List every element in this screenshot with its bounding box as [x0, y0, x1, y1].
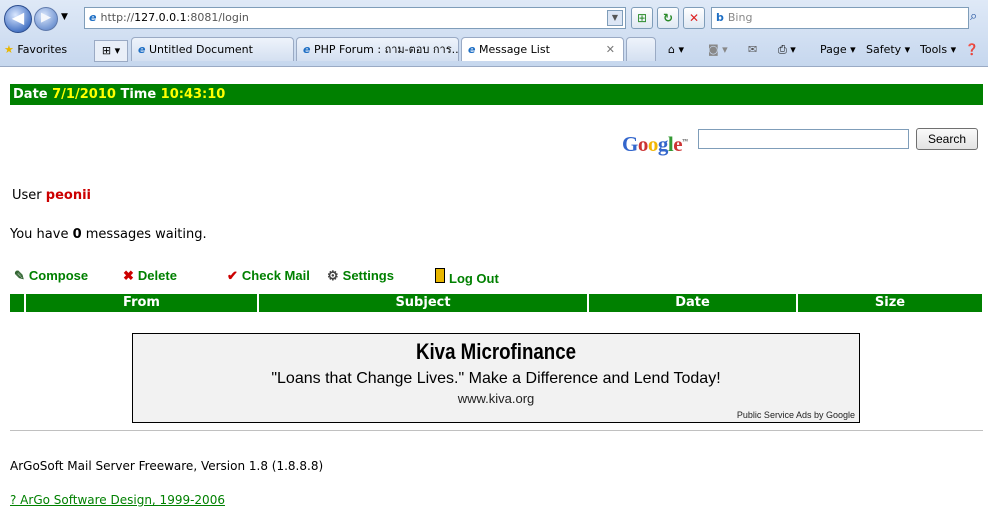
- tools-menu[interactable]: Tools ▾: [920, 40, 956, 60]
- new-tab-button[interactable]: [626, 37, 656, 61]
- check-mail-button[interactable]: ✔ Check Mail: [227, 268, 310, 284]
- favorites-label: Favorites: [17, 43, 68, 56]
- google-search-input[interactable]: [698, 129, 909, 149]
- favorites-button[interactable]: ★ Favorites: [4, 40, 67, 60]
- column-size[interactable]: Size: [796, 294, 982, 312]
- settings-button[interactable]: ⚙ Settings: [327, 268, 394, 284]
- quick-tabs-icon[interactable]: ⊞ ▾: [94, 40, 128, 62]
- column-date[interactable]: Date: [587, 294, 796, 312]
- page-menu[interactable]: Page ▾: [820, 40, 856, 60]
- logout-button[interactable]: Log Out: [435, 268, 499, 286]
- tab-untitled-document[interactable]: e Untitled Document: [131, 37, 294, 61]
- tab-label: Message List: [478, 43, 550, 56]
- message-table-header: From Subject Date Size: [10, 294, 982, 312]
- compose-label: Compose: [28, 268, 89, 283]
- bing-icon: b: [716, 11, 724, 24]
- date-value: 7/1/2010: [52, 87, 116, 102]
- messages-prefix: You have: [10, 227, 69, 242]
- address-path: :8081/login: [186, 11, 249, 24]
- check-mail-label: Check Mail: [241, 268, 310, 283]
- user-line: User peonii: [12, 188, 91, 203]
- messages-waiting: You have 0 messages waiting.: [10, 227, 207, 242]
- delete-icon: ✖: [123, 268, 134, 283]
- close-tab-icon[interactable]: ✕: [606, 38, 615, 61]
- stop-icon[interactable]: ✕: [683, 7, 705, 29]
- mail-icon[interactable]: ✉: [748, 40, 757, 60]
- tab-message-list[interactable]: e Message List ✕: [461, 37, 624, 61]
- date-time-bar: Date 7/1/2010 Time 10:43:10: [10, 84, 983, 105]
- door-icon: [435, 268, 445, 283]
- address-prefix: http://: [100, 11, 135, 24]
- compatibility-icon[interactable]: ⊞: [631, 7, 653, 29]
- logout-label: Log Out: [449, 271, 499, 286]
- messages-count: 0: [72, 227, 82, 242]
- ie-tab-icon: e: [303, 43, 311, 56]
- footer-version: ArGoSoft Mail Server Freeware, Version 1…: [10, 459, 324, 473]
- forward-icon[interactable]: ▶: [34, 7, 58, 31]
- checkmark-icon: ✔: [227, 268, 238, 283]
- user-label: User: [12, 188, 42, 203]
- ad-text: "Loans that Change Lives." Make a Differ…: [271, 370, 721, 387]
- bing-placeholder: Bing: [727, 11, 753, 24]
- settings-label: Settings: [342, 268, 394, 283]
- safety-menu[interactable]: Safety ▾: [866, 40, 910, 60]
- star-icon: ★: [4, 43, 14, 56]
- ie-tab-icon: e: [138, 43, 146, 56]
- ie-page-icon: e: [89, 11, 97, 24]
- favorites-bar: ★ Favorites ⊞ ▾ e Untitled Document e PH…: [0, 36, 988, 64]
- delete-button[interactable]: ✖ Delete: [123, 268, 177, 284]
- messages-suffix: messages waiting.: [85, 227, 207, 242]
- column-from[interactable]: From: [24, 294, 257, 312]
- ie-tab-icon: e: [468, 43, 476, 56]
- ad-credit[interactable]: Public Service Ads by Google: [737, 410, 855, 420]
- tab-php-forum[interactable]: e PHP Forum : ถาม-ตอบ การ...: [296, 37, 459, 61]
- delete-label: Delete: [137, 268, 177, 283]
- address-host: 127.0.0.1: [134, 11, 187, 24]
- home-icon[interactable]: ⌂ ▾: [668, 40, 684, 60]
- address-bar[interactable]: e http://127.0.0.1:8081/login ▼: [84, 7, 626, 29]
- time-value: 10:43:10: [160, 87, 226, 102]
- user-name: peonii: [45, 188, 92, 203]
- back-icon[interactable]: ◀: [4, 5, 32, 33]
- column-subject[interactable]: Subject: [257, 294, 587, 312]
- search-icon[interactable]: ⌕: [970, 9, 977, 24]
- browser-chrome: ◀ ▶ ▼ e http://127.0.0.1:8081/login ▼ ⊞ ↻…: [0, 0, 988, 67]
- compose-icon: ✎: [14, 268, 25, 283]
- bing-search-input[interactable]: b Bing: [711, 7, 969, 29]
- help-icon[interactable]: ❓: [965, 40, 979, 60]
- footer-copyright-link[interactable]: ? ArGo Software Design, 1999-2006: [10, 493, 225, 507]
- date-label: Date: [13, 87, 48, 102]
- feeds-icon[interactable]: ◙ ▾: [708, 40, 728, 60]
- tab-label: PHP Forum : ถาม-ตอบ การ...: [313, 43, 459, 56]
- refresh-icon[interactable]: ↻: [657, 7, 679, 29]
- print-icon[interactable]: ⎙ ▾: [778, 40, 796, 60]
- address-dropdown-icon[interactable]: ▼: [607, 10, 623, 26]
- kiva-ad-banner[interactable]: Kiva Microfinance "Loans that Change Liv…: [132, 333, 860, 423]
- ad-url[interactable]: www.kiva.org: [133, 391, 859, 406]
- google-logo: Google™: [622, 132, 688, 156]
- tab-label: Untitled Document: [148, 43, 253, 56]
- compose-button[interactable]: ✎ Compose: [14, 268, 88, 284]
- google-search-button[interactable]: Search: [916, 128, 978, 150]
- time-label: Time: [120, 87, 157, 102]
- ad-title[interactable]: Kiva Microfinance: [187, 339, 804, 365]
- history-dropdown-icon[interactable]: ▼: [61, 12, 68, 22]
- divider: [10, 430, 983, 431]
- settings-icon: ⚙: [327, 268, 339, 283]
